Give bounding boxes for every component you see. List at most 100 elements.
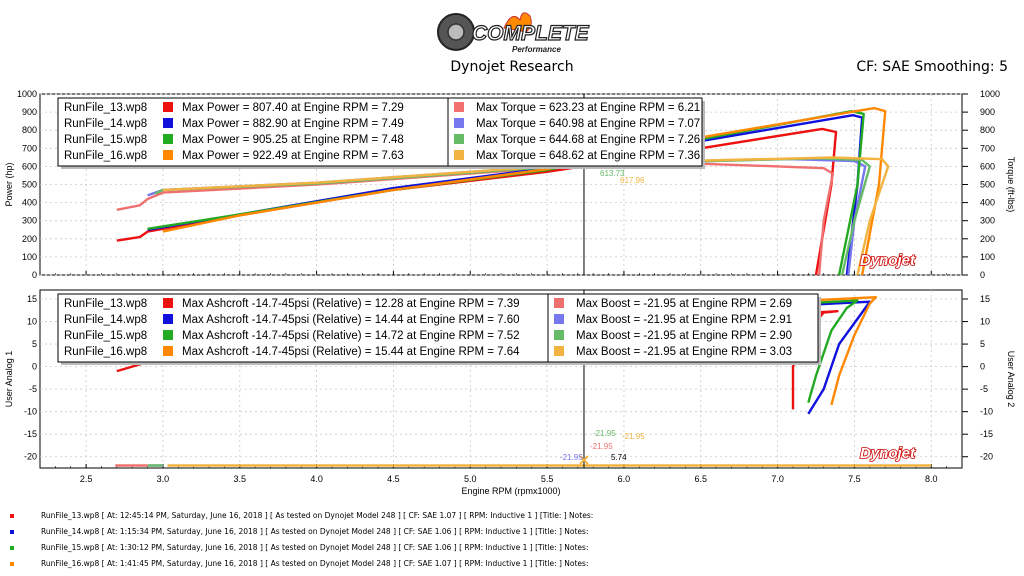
x-tick-label: 8.0: [925, 474, 938, 484]
y-axis-label-left: User Analog 1: [4, 351, 14, 408]
y-tick-label-right: 0: [980, 270, 985, 280]
x-tick-label: 7.0: [771, 474, 784, 484]
legend-file-name: RunFile_14.wp8: [64, 118, 147, 130]
dynojet-watermark: Dynojet: [860, 445, 916, 462]
legend-max-value-a: Max Power = 922.49 at Engine RPM = 7.63: [182, 150, 404, 162]
legend-max-value-a: Max Power = 882.90 at Engine RPM = 7.49: [182, 118, 404, 130]
y-tick-label-right: 600: [980, 161, 995, 171]
footer-file-name: RunFile_13.wp8: [41, 511, 102, 520]
legend-max-value-a: Max Ashcroft -14.7-45psi (Relative) = 14…: [182, 330, 520, 342]
y-tick-label-right: 900: [980, 107, 995, 117]
legend-swatch: [454, 102, 464, 112]
legend-file-name: RunFile_15.wp8: [64, 134, 147, 146]
legend-max-value-a: Max Power = 905.25 at Engine RPM = 7.48: [182, 134, 404, 146]
y-tick-label-left: 700: [22, 143, 37, 153]
y-tick-label-right: 400: [980, 198, 995, 208]
y-tick-label-right: 100: [980, 252, 995, 262]
legend-max-value-b: Max Boost = -21.95 at Engine RPM = 3.03: [576, 346, 792, 358]
legend-file-name: RunFile_16.wp8: [64, 346, 147, 358]
y-tick-label-left: -20: [24, 452, 37, 462]
y-tick-label-right: -10: [980, 407, 993, 417]
legend-swatch: [454, 118, 464, 128]
legend-swatch: [554, 314, 564, 324]
x-tick-label: 4.5: [387, 474, 400, 484]
y-tick-label-left: 15: [27, 294, 37, 304]
y-tick-label-right: 0: [980, 362, 985, 372]
y-tick-label-right: 300: [980, 216, 995, 226]
chart-panel-2: 2.5 3.0 3.5 4.0 4.5 5.0 5.5 6.0 6.5 7.0 7.5 8.0 -20 -…: [4, 289, 1016, 496]
legend-swatch: [454, 134, 464, 144]
cursor-value-label: -21.95: [622, 432, 645, 441]
x-tick-label: 5.0: [464, 474, 477, 484]
cursor-value-label: 617.96: [620, 176, 645, 185]
y-tick-label-left: 200: [22, 234, 37, 244]
y-tick-label-right: 200: [980, 234, 995, 244]
legend-max-value-a: Max Ashcroft -14.7-45psi (Relative) = 12…: [182, 298, 520, 310]
y-tick-label-left: 400: [22, 198, 37, 208]
y-tick-label-right: -15: [980, 429, 993, 439]
legend-swatch: [454, 150, 464, 160]
y-axis-label-right: Torque (ft-lbs): [1006, 157, 1016, 213]
cursor-value-label: -21.95: [560, 453, 583, 462]
cursor-value-label: -21.95: [593, 429, 616, 438]
x-tick-label: 6.0: [618, 474, 631, 484]
x-tick-label: 2.5: [80, 474, 93, 484]
y-tick-label-right: 1000: [980, 89, 1000, 99]
y-tick-label-right: 5: [980, 339, 985, 349]
legend-file-name: RunFile_13.wp8: [64, 102, 147, 114]
y-tick-label-right: 700: [980, 143, 995, 153]
run-color-square: [10, 562, 14, 566]
y-tick-label-left: -15: [24, 429, 37, 439]
legend-max-value-a: Max Power = 807.40 at Engine RPM = 7.29: [182, 102, 404, 114]
legend-swatch: [163, 330, 173, 340]
legend-max-value-b: Max Torque = 648.62 at Engine RPM = 7.36: [476, 150, 700, 162]
y-tick-label-left: 10: [27, 317, 37, 327]
cursor-value-label: 5.74: [611, 453, 627, 462]
run-color-square: [10, 530, 14, 534]
legend-swatch: [163, 150, 173, 160]
legend-swatch: [163, 134, 173, 144]
cursor-value-label: -21.95: [590, 442, 613, 451]
y-tick-label-right: 10: [980, 317, 990, 327]
y-tick-label-left: 1000: [17, 89, 37, 99]
x-tick-label: 7.5: [848, 474, 861, 484]
legend-max-value-b: Max Boost = -21.95 at Engine RPM = 2.69: [576, 298, 792, 310]
y-tick-label-right: 15: [980, 294, 990, 304]
footer-run-details: [ At: 1:15:34 PM, Saturday, June 16, 201…: [101, 527, 589, 536]
y-tick-label-left: 0: [32, 270, 37, 280]
x-tick-label: 4.0: [310, 474, 323, 484]
legend-swatch: [163, 314, 173, 324]
legend-file-name: RunFile_16.wp8: [64, 150, 147, 162]
legend-max-value-b: Max Boost = -21.95 at Engine RPM = 2.91: [576, 314, 792, 326]
y-tick-label-left: -5: [29, 384, 37, 394]
dynojet-watermark: Dynojet: [860, 252, 916, 269]
legend-max-value-b: Max Torque = 644.68 at Engine RPM = 7.26: [476, 134, 700, 146]
legend-swatch: [163, 298, 173, 308]
y-tick-label-right: 500: [980, 180, 995, 190]
y-axis-label-left: Power (hp): [4, 162, 14, 206]
legend-max-value-b: Max Torque = 623.23 at Engine RPM = 6.21: [476, 102, 700, 114]
y-axis-label-right: User Analog 2: [1006, 351, 1016, 408]
footer-run-details: [ At: 12:45:14 PM, Saturday, June 16, 20…: [101, 511, 594, 520]
x-axis-label: Engine RPM (rpmx1000): [461, 486, 560, 496]
y-tick-label-right: 800: [980, 125, 995, 135]
y-tick-label-left: -10: [24, 407, 37, 417]
run-color-square: [10, 514, 14, 518]
y-tick-label-right: -5: [980, 384, 988, 394]
chart-panel-1: 0 0 100 100 200 200 300 300 400 400 500 500 600 600 70…: [4, 89, 1016, 280]
y-tick-label-left: 500: [22, 180, 37, 190]
footer-file-name: RunFile_15.wp8: [41, 543, 102, 552]
legend-swatch: [554, 346, 564, 356]
y-tick-label-left: 800: [22, 125, 37, 135]
x-tick-label: 3.0: [157, 474, 170, 484]
footer-run-row: RunFile_14.wp8 [ At: 1:15:34 PM, Saturda…: [10, 527, 588, 536]
footer-run-row: RunFile_15.wp8 [ At: 1:30:12 PM, Saturda…: [10, 543, 588, 552]
x-tick-label: 6.5: [695, 474, 708, 484]
legend-swatch: [554, 298, 564, 308]
y-tick-label-left: 900: [22, 107, 37, 117]
y-tick-label-left: 0: [32, 362, 37, 372]
y-tick-label-left: 5: [32, 339, 37, 349]
footer-run-row: RunFile_13.wp8 [ At: 12:45:14 PM, Saturd…: [10, 511, 593, 520]
legend-swatch: [163, 346, 173, 356]
x-tick-label: 3.5: [234, 474, 247, 484]
